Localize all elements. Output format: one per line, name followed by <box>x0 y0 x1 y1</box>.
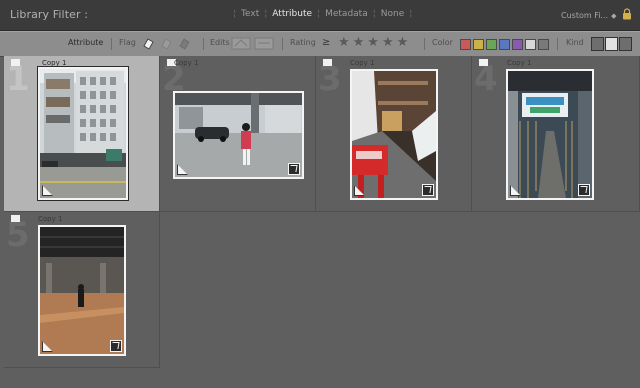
photo-thumbnail[interactable] <box>38 225 126 356</box>
color-swatch-purple[interactable] <box>512 39 523 50</box>
grid-cell[interactable]: 5 Copy 1 <box>4 212 160 368</box>
street-photo <box>175 93 302 177</box>
rating-operator[interactable]: ≥ <box>322 37 330 48</box>
grid-cell[interactable]: 4 Copy 1 <box>472 56 640 212</box>
copy-name: Copy 1 <box>38 215 63 223</box>
chevron-down-icon: ◆ <box>611 12 617 20</box>
tab-none[interactable]: None <box>381 9 404 19</box>
photo-thumbnail[interactable] <box>506 69 594 200</box>
edited-icon <box>231 37 251 50</box>
thumbnail-grid: 1 Copy 1 2 Copy 1 3 Copy 1 4 Copy 1 5 Co… <box>0 56 640 388</box>
tab-separator: ¦ <box>233 9 237 19</box>
attribute-filter-bar: Attribute Flag Edits Rating ≥ ★★★★★ Colo… <box>0 31 640 57</box>
kind-master-photo-icon[interactable] <box>591 37 604 51</box>
tab-text[interactable]: Text <box>241 9 259 19</box>
library-filter-title: Library Filter : <box>10 8 89 21</box>
kind-virtual-copy-icon[interactable] <box>605 37 618 51</box>
building-photo <box>40 69 126 198</box>
tab-separator: ¦ <box>317 9 321 19</box>
filter-preset-dropdown[interactable]: Custom Fi... ◆ <box>561 11 616 20</box>
divider <box>424 38 425 50</box>
flag-label: Flag <box>119 38 136 47</box>
library-filter-bar: Library Filter : ¦ Text ¦ Attribute ¦ Me… <box>0 0 640 31</box>
divider <box>111 38 112 50</box>
flag-filter-icons[interactable] <box>142 36 194 51</box>
divider <box>282 38 283 50</box>
edit-status-icons[interactable] <box>231 37 275 50</box>
grid-cell[interactable]: 1 Copy 1 <box>4 56 160 212</box>
flag-unflagged-icon <box>161 38 172 50</box>
copy-name: Copy 1 <box>507 59 532 67</box>
color-swatch-green[interactable] <box>486 39 497 50</box>
edits-label: Edits <box>210 38 230 47</box>
tab-separator: ¦ <box>409 9 413 19</box>
cell-index: 1 <box>6 59 30 99</box>
color-label: Color <box>432 38 453 47</box>
underpass-photo <box>40 227 124 354</box>
kind-label: Kind <box>566 38 584 47</box>
virtual-copy-badge-icon <box>578 184 590 196</box>
lock-icon[interactable] <box>622 8 632 20</box>
flag-pick-icon <box>143 38 154 50</box>
divider <box>557 38 558 50</box>
color-swatch-yellow[interactable] <box>473 39 484 50</box>
virtual-copy-badge-icon <box>110 340 122 352</box>
virtual-copy-badge-icon <box>288 163 300 175</box>
tab-separator: ¦ <box>372 9 376 19</box>
photo-thumbnail[interactable] <box>173 91 304 179</box>
covered-walkway-photo <box>508 71 592 198</box>
divider <box>203 38 204 50</box>
flag-rejected-icon <box>179 38 190 50</box>
copy-name: Copy 1 <box>42 59 67 67</box>
cell-index: 4 <box>474 59 498 99</box>
filter-preset-label: Custom Fi... <box>561 11 609 20</box>
rating-stars[interactable]: ★★★★★ <box>338 35 411 50</box>
virtual-copy-badge-icon <box>422 184 434 196</box>
color-swatch-blue[interactable] <box>499 39 510 50</box>
color-swatch-none[interactable] <box>538 39 549 50</box>
coca-cola-stall-photo <box>352 71 436 198</box>
grid-cell[interactable]: 3 Copy 1 <box>316 56 472 212</box>
attribute-label: Attribute <box>68 38 104 47</box>
tab-metadata[interactable]: Metadata <box>325 9 368 19</box>
tab-separator: ¦ <box>264 9 268 19</box>
rating-label: Rating <box>290 38 316 47</box>
grid-cell[interactable]: 2 Copy 1 <box>160 56 316 212</box>
filter-tabs: ¦ Text ¦ Attribute ¦ Metadata ¦ None ¦ <box>228 9 417 19</box>
color-swatch-custom[interactable] <box>525 39 536 50</box>
tab-attribute[interactable]: Attribute <box>272 9 312 19</box>
copy-name: Copy 1 <box>350 59 375 67</box>
copy-name: Copy 1 <box>174 59 199 67</box>
color-swatch-red[interactable] <box>460 39 471 50</box>
cell-index: 3 <box>318 59 342 99</box>
photo-thumbnail[interactable] <box>37 66 129 201</box>
photo-thumbnail[interactable] <box>350 69 438 200</box>
cell-index: 5 <box>6 215 30 255</box>
unedited-icon <box>254 37 274 50</box>
kind-video-icon[interactable] <box>619 37 632 51</box>
